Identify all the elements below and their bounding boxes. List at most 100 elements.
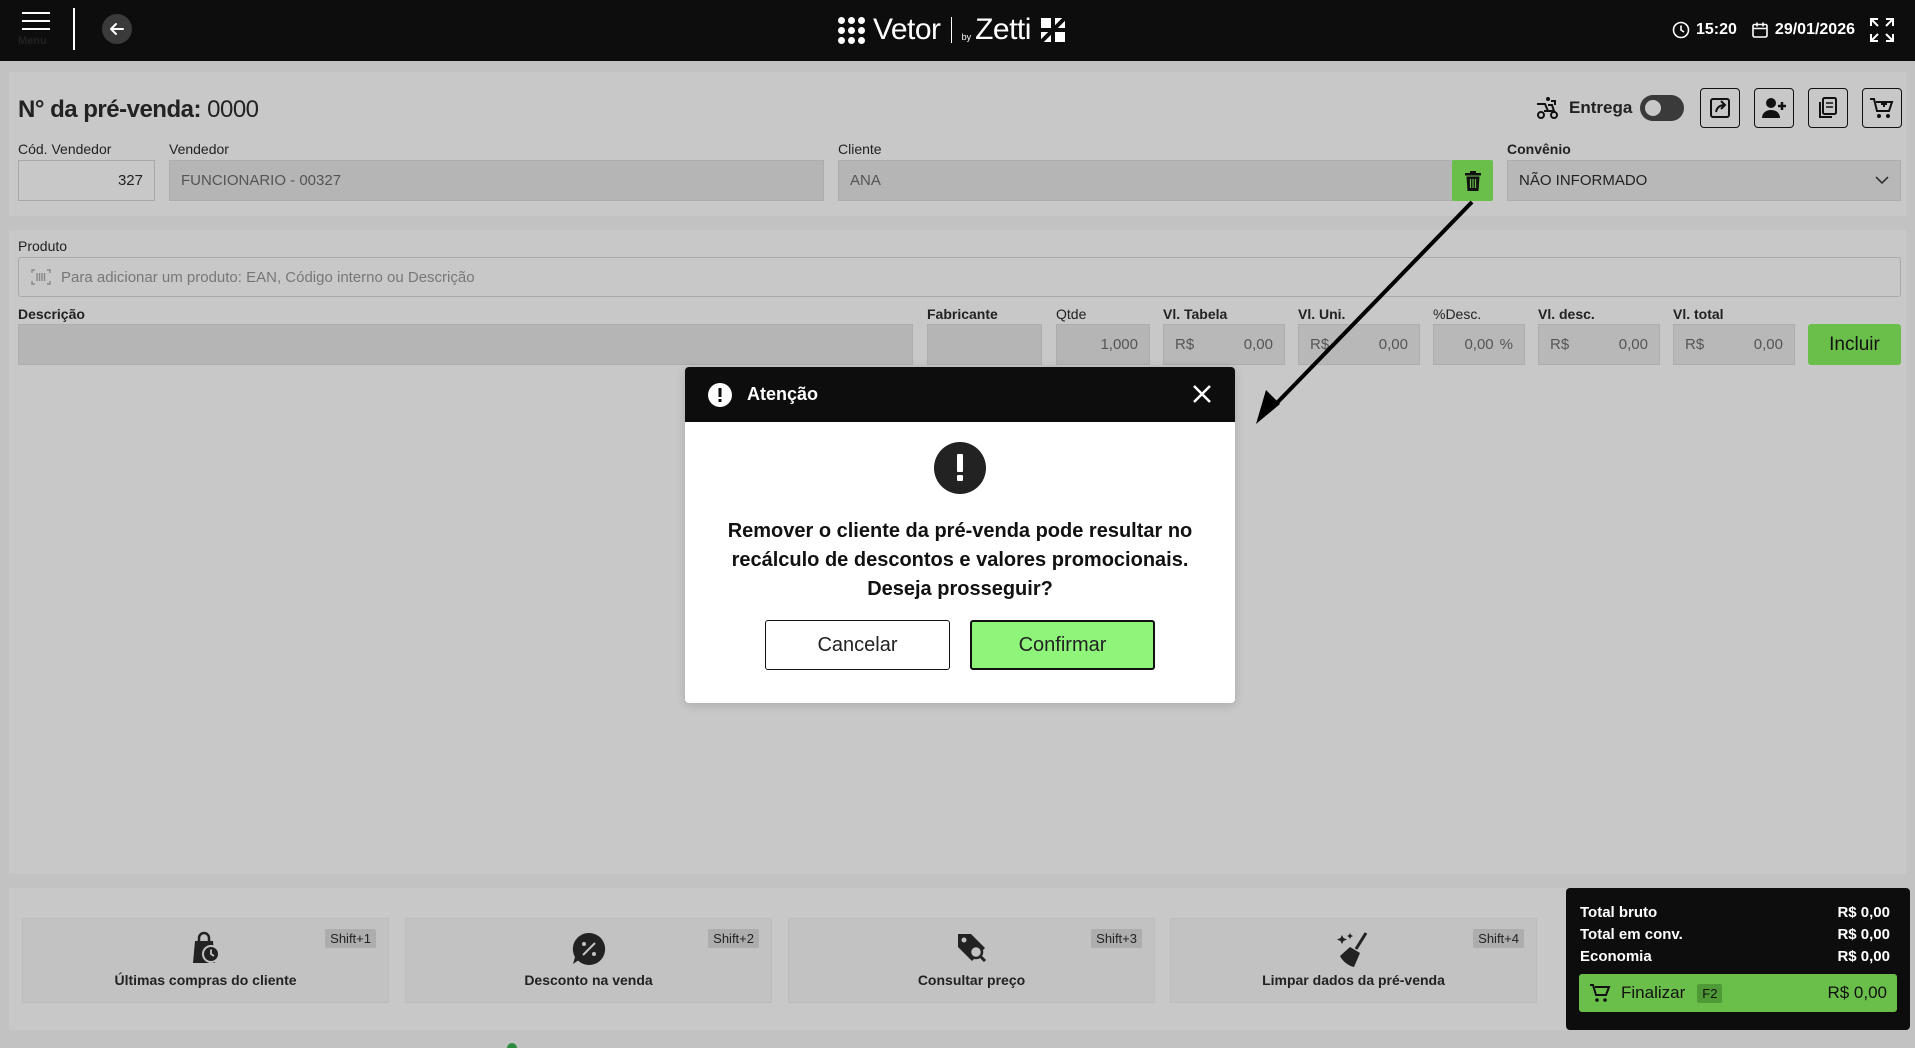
total-bruto-label: Total bruto [1580,904,1658,921]
entrega-toggle[interactable] [1640,95,1684,121]
confirm-dialog: Atenção Remover o cliente da pré-venda p… [685,367,1235,703]
cod-vendedor-input[interactable]: 327 [18,160,155,201]
convenio-select[interactable]: NÃO INFORMADO [1507,160,1901,201]
shortcut-label: Limpar dados da pré-venda [1262,972,1445,988]
shortcut-label: Desconto na venda [524,972,653,988]
total-conv-value: R$ 0,00 [1837,926,1890,943]
brand-by: by [961,32,972,42]
trash-icon [1464,170,1481,191]
vl-tabela-value: 0,00 [1243,336,1273,353]
add-client-button[interactable] [1754,88,1794,128]
desc-pct-field: 0,00 % [1433,324,1525,365]
entrega-label-group: Entrega [1535,96,1632,120]
divider [73,8,75,50]
dialog-message-line2: recálculo de descontos e valores promoci… [731,549,1189,571]
dialog-message: Remover o cliente da pré-venda pode resu… [715,517,1205,604]
vendedor-label: Vendedor [169,141,229,157]
dialog-message-line1: Remover o cliente da pré-venda pode resu… [727,520,1193,542]
calendar-icon [1752,22,1768,38]
brand-separator [950,17,952,43]
dialog-title: Atenção [747,384,819,404]
finalizar-button[interactable]: Finalizar F2 R$ 0,00 [1579,974,1897,1012]
shortcut-desconto[interactable]: Shift+2 Desconto na venda [405,918,772,1003]
shortcut-key: Shift+1 [325,929,376,948]
shortcut-key: Shift+4 [1473,929,1524,948]
dialog-header: Atenção [685,367,1235,422]
vl-desc-field: R$ 0,00 [1538,324,1660,365]
currency-symbol: R$ [1310,336,1330,353]
descricao-field [18,324,913,365]
finalizar-key: F2 [1697,983,1723,1003]
shortcut-key: Shift+2 [708,929,759,948]
chevron-down-icon [1875,176,1889,185]
cod-vendedor-label: Cód. Vendedor [18,141,112,157]
copy-button[interactable] [1808,88,1848,128]
menu-button[interactable]: Menu [18,12,54,47]
total-bruto-row: Total bruto R$ 0,00 [1580,904,1890,921]
incluir-button[interactable]: Incluir [1808,324,1901,365]
vendedor-field: FUNCIONARIO - 00327 [169,160,824,201]
hamburger-icon [18,12,54,30]
cart-button[interactable] [1862,88,1902,128]
qtde-label: Qtde [1056,306,1087,322]
total-bruto-value: R$ 0,00 [1837,904,1890,921]
broom-sparkle-icon [1336,932,1367,967]
fabricante-label: Fabricante [927,306,998,322]
total-conv-label: Total em conv. [1580,926,1683,943]
vl-desc-value: 0,00 [1618,336,1648,353]
status-dot [507,1043,517,1048]
arrow-left-icon [110,23,124,35]
page-title: N° da pré-venda: 0000 [18,96,259,124]
menu-label: Menu [18,35,47,47]
cart-icon [1590,984,1611,1002]
close-icon[interactable] [1191,383,1213,405]
descricao-label: Descrição [18,306,85,322]
grid-dots-icon [838,16,865,44]
vl-tabela-field: R$ 0,00 [1163,324,1285,365]
back-button[interactable] [102,14,132,44]
convenio-label: Convênio [1507,141,1571,157]
product-search-input[interactable]: Para adicionar um produto: EAN, Código i… [18,257,1901,297]
convenio-value: NÃO INFORMADO [1519,172,1648,189]
dialog-message-line3: Deseja prosseguir? [867,578,1053,600]
percent-symbol: % [1499,336,1513,353]
cancel-button[interactable]: Cancelar [765,620,950,670]
shortcut-limpar-dados[interactable]: Shift+4 Limpar dados da pré-venda [1170,918,1537,1003]
entrega-label: Entrega [1569,98,1633,117]
vl-uni-label: Vl. Uni. [1298,306,1346,322]
fabricante-field [927,324,1042,365]
vl-uni-value: 0,00 [1378,336,1408,353]
current-date: 29/01/2026 [1774,21,1855,38]
vl-uni-field: R$ 0,00 [1298,324,1420,365]
top-bar: Menu Vetor by Zetti 15:20 29/01/2026 [0,0,1915,61]
user-plus-icon [1762,98,1786,118]
vl-tabela-label: Vl. Tabela [1163,306,1228,322]
shortcut-label: Consultar preço [917,972,1026,988]
share-button[interactable] [1700,88,1740,128]
top-right-info: 15:20 29/01/2026 [1672,17,1895,43]
delivery-icon [1537,97,1558,119]
shortcut-key: Shift+3 [1091,929,1142,948]
shortcut-ultimas-compras[interactable]: Shift+1 Últimas compras do cliente [22,918,389,1003]
confirm-button[interactable]: Confirmar [970,620,1155,670]
qtde-field: 1,000 [1056,324,1150,365]
brand-zetti: Zetti [975,13,1031,46]
vl-total-label: Vl. total [1673,306,1724,322]
economia-label: Economia [1580,948,1652,965]
barcode-icon [31,269,51,285]
cliente-label: Cliente [838,141,882,157]
toggle-knob [1645,100,1661,116]
cliente-field: ANA [838,160,1453,201]
zetti-mark-icon [1039,16,1067,44]
warning-circle-icon [934,442,986,494]
fullscreen-icon[interactable] [1869,17,1895,43]
shortcut-consultar-preco[interactable]: Shift+3 Consultar preço [788,918,1155,1003]
vl-total-value: 0,00 [1753,336,1783,353]
remove-client-button[interactable] [1452,160,1493,201]
finalizar-value: R$ 0,00 [1827,983,1887,1002]
desc-pct-value: 0,00 [1464,336,1494,353]
brand-vetor: Vetor [873,13,941,46]
currency-symbol: R$ [1685,336,1705,353]
finalizar-label: Finalizar [1621,983,1686,1002]
alert-icon [708,382,732,407]
